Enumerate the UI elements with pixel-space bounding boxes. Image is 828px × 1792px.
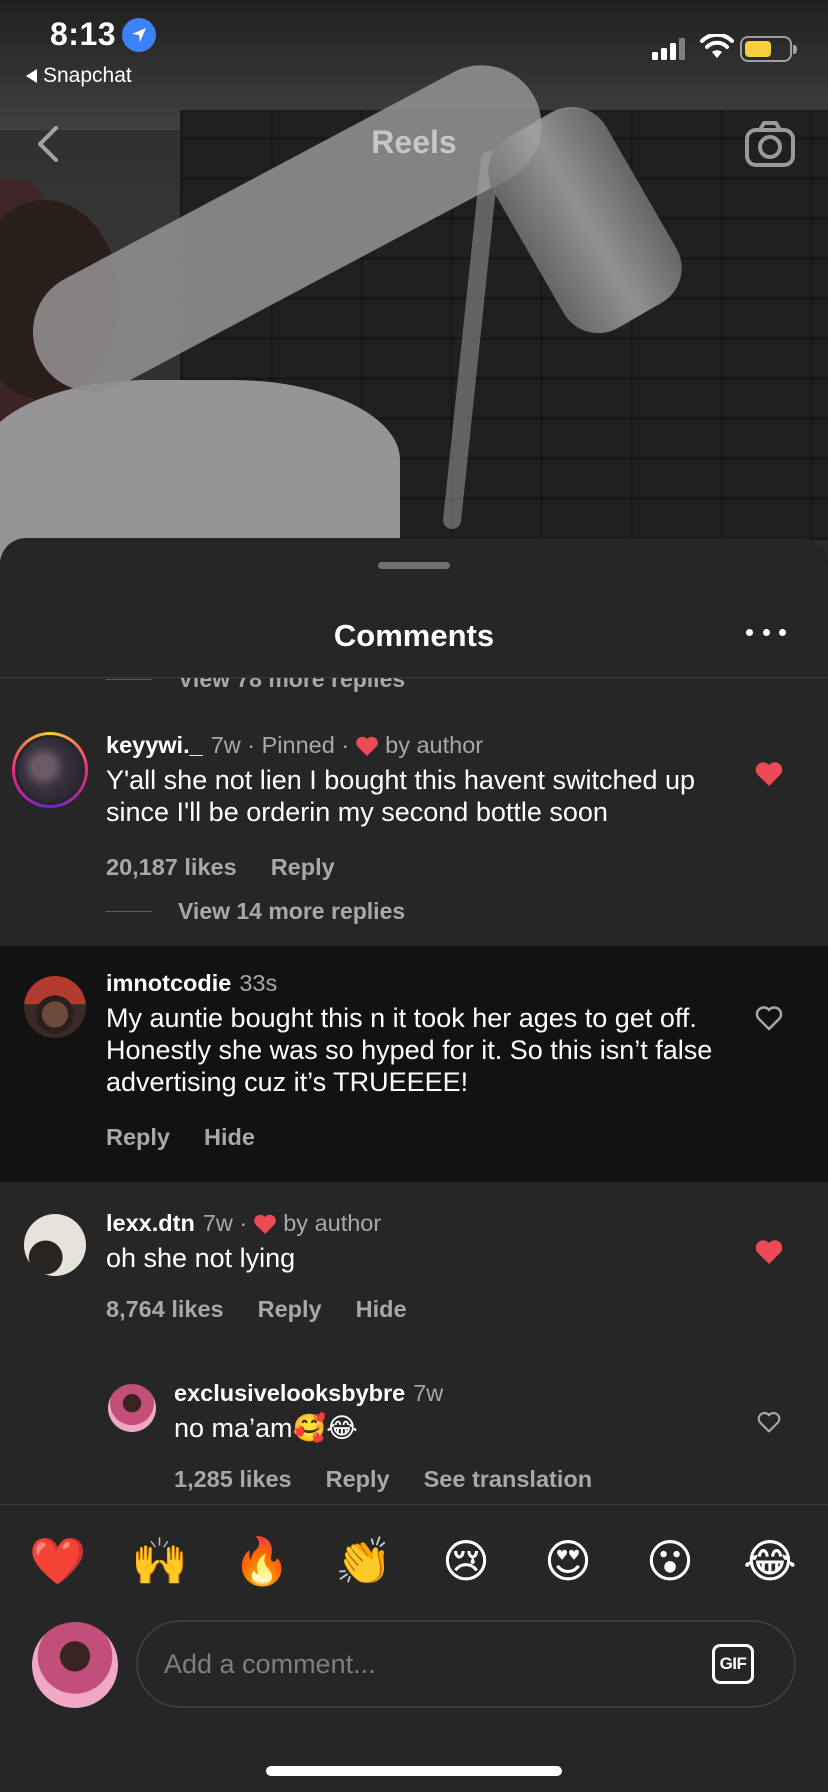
comments-title: Comments — [333, 618, 495, 653]
more-options-icon[interactable] — [746, 622, 786, 642]
view-more-replies-link[interactable]: View 78 more replies — [106, 678, 405, 693]
comment-header: lexx.dtn 7w · by author — [106, 1210, 381, 1237]
gif-button[interactable]: GIF — [712, 1644, 754, 1684]
sheet-grabber[interactable] — [378, 562, 450, 569]
author-heart-icon — [254, 1214, 277, 1234]
avatar[interactable] — [24, 976, 86, 1038]
like-heart-outline-icon[interactable] — [756, 1410, 782, 1434]
comment-header: imnotcodie 33s — [106, 970, 277, 997]
author-tag: by author — [385, 732, 484, 758]
comment-meta: 7w · Pinned · — [210, 732, 350, 758]
comment-actions: Reply Hide — [106, 1124, 255, 1151]
current-user-avatar — [32, 1622, 118, 1708]
author-tag: by author — [283, 1210, 382, 1236]
comment-actions: 1,285 likes Reply See translation — [174, 1466, 592, 1493]
like-heart-outline-icon[interactable] — [754, 1004, 784, 1032]
comment-actions: 20,187 likes Reply — [106, 854, 335, 881]
comment-username[interactable]: keyywi._ — [106, 732, 203, 759]
home-indicator[interactable] — [266, 1766, 562, 1776]
reply-button[interactable]: Reply — [258, 1296, 322, 1323]
comment-text: oh she not lying — [106, 1243, 296, 1273]
cellular-signal-icon — [652, 38, 688, 60]
comment-meta: 7w · — [202, 1210, 248, 1236]
see-translation-button[interactable]: See translation — [424, 1466, 592, 1493]
back-app-label: Snapchat — [43, 64, 132, 87]
comment-likes[interactable]: 20,187 likes — [106, 854, 237, 881]
comment-meta: 33s — [239, 970, 278, 996]
page-title: Reels — [371, 124, 457, 160]
emoji-reaction-bar: ❤️ 🙌 🔥 👏 😢 😍 😮 😂 — [0, 1504, 828, 1616]
comment-item-highlighted: imnotcodie 33s My auntie bought this n i… — [0, 946, 828, 1182]
comment-username[interactable]: exclusivelooksbybre — [174, 1380, 405, 1407]
status-time: 8:13 — [50, 16, 117, 52]
comment-username[interactable]: lexx.dtn — [106, 1210, 195, 1237]
like-heart-filled-icon[interactable] — [754, 1238, 784, 1266]
location-arrow-icon — [122, 18, 156, 52]
avatar[interactable] — [24, 1214, 86, 1276]
comment-meta: 7w — [413, 1380, 444, 1406]
view-replies-label: View 14 more replies — [178, 898, 406, 924]
avatar — [15, 735, 85, 805]
comment-actions: 8,764 likes Reply Hide — [106, 1296, 407, 1323]
emoji-surprised-face[interactable]: 😮 — [640, 1531, 700, 1591]
emoji-clapping-hands[interactable]: 👏 — [334, 1531, 394, 1591]
reply-button[interactable]: Reply — [106, 1124, 170, 1151]
battery-icon — [740, 36, 797, 62]
hide-button[interactable]: Hide — [204, 1124, 255, 1151]
reply-button[interactable]: Reply — [326, 1466, 390, 1493]
comment-likes[interactable]: 8,764 likes — [106, 1296, 224, 1323]
comment-header: exclusivelooksbybre 7w — [174, 1380, 443, 1407]
comment-input[interactable] — [136, 1620, 796, 1708]
status-bar: 8:13 Snapchat — [0, 0, 828, 92]
wifi-icon — [700, 34, 734, 58]
comment-header: keyywi._ 7w · Pinned · by author — [106, 732, 483, 759]
comment-text: Y'all she not lien I bought this havent … — [106, 765, 696, 827]
comment-text: no ma’am🥰😂 — [174, 1413, 358, 1443]
author-heart-icon — [356, 736, 378, 756]
emoji-red-heart[interactable]: ❤️ — [28, 1531, 88, 1591]
emoji-crying-face[interactable]: 😢 — [436, 1531, 496, 1591]
hide-button[interactable]: Hide — [356, 1296, 407, 1323]
emoji-fire[interactable]: 🔥 — [232, 1531, 292, 1591]
view-replies-label: View 78 more replies — [178, 678, 406, 692]
comment-username[interactable]: imnotcodie — [106, 970, 231, 997]
emoji-raising-hands[interactable]: 🙌 — [130, 1531, 190, 1591]
battery-level — [745, 41, 771, 57]
like-heart-filled-icon[interactable] — [754, 760, 784, 788]
camera-icon[interactable] — [744, 120, 796, 168]
reply-button[interactable]: Reply — [271, 854, 335, 881]
reels-header: Reels — [0, 110, 828, 180]
comment-text: My auntie bought this n it took her ages… — [106, 1003, 713, 1097]
emoji-tears-of-joy[interactable]: 😂 — [740, 1531, 800, 1591]
emoji-heart-eyes[interactable]: 😍 — [538, 1531, 598, 1591]
avatar-story-ring[interactable] — [12, 732, 88, 808]
back-triangle-icon — [26, 69, 37, 83]
comment-item: lexx.dtn 7w · by author oh she not lying… — [0, 1182, 828, 1352]
comments-list[interactable]: View 78 more replies keyywi._ 7w · Pinne… — [0, 678, 828, 1542]
back-to-app-link[interactable]: Snapchat — [26, 64, 132, 88]
comment-likes[interactable]: 1,285 likes — [174, 1466, 292, 1493]
view-more-replies-link[interactable]: View 14 more replies — [106, 898, 405, 925]
avatar[interactable] — [108, 1384, 156, 1432]
